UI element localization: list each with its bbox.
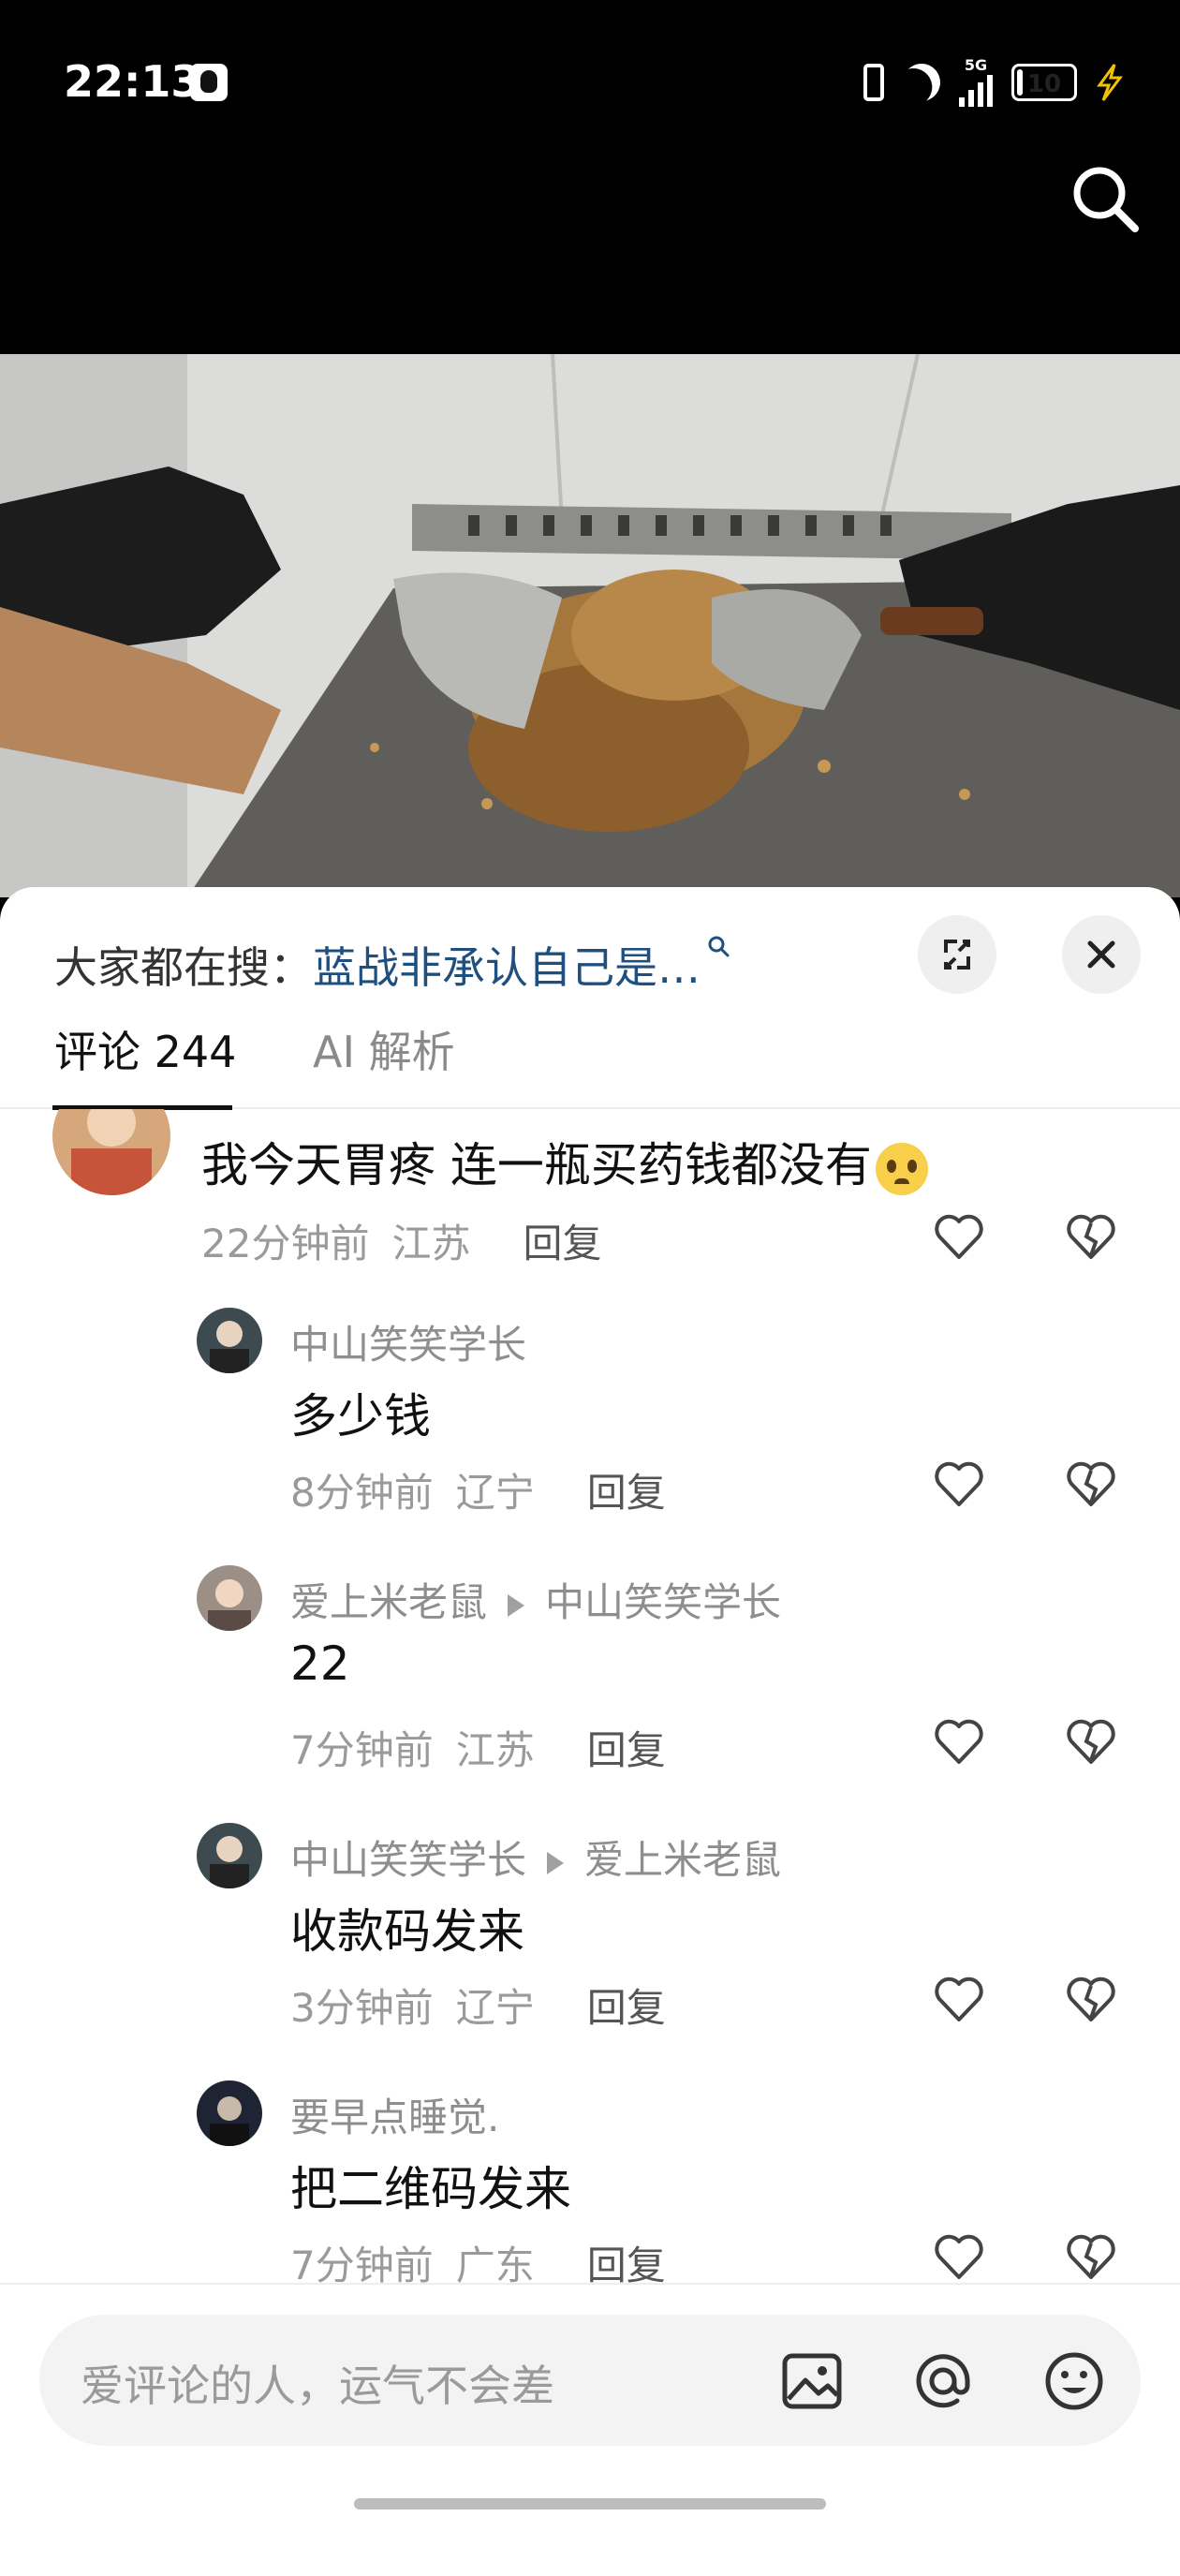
- qq-notification-icon: [190, 64, 228, 101]
- comment-meta: 7分钟前 江苏 回复: [290, 1719, 666, 1776]
- signal-icon: 5G: [959, 58, 993, 107]
- reply-to-name[interactable]: 中山笑笑学长: [545, 1579, 781, 1625]
- broken-heart-icon[interactable]: [1064, 1715, 1118, 1769]
- comment-time: 22分钟前: [201, 1221, 370, 1266]
- avatar[interactable]: [197, 1823, 262, 1888]
- comment-location: 江苏: [455, 1727, 535, 1773]
- comment-time: 7分钟前: [290, 2243, 434, 2283]
- comment-list[interactable]: 我今天胃疼 连一瓶买药钱都没有 22分钟前 江苏 回复 中山笑笑学长 多少钱 8分钟…: [0, 1109, 1180, 2283]
- comment-location: 辽宁: [455, 1470, 535, 1516]
- close-icon: [1087, 940, 1115, 969]
- avatar[interactable]: [52, 1109, 170, 1195]
- comment-text: 22: [290, 1636, 350, 1691]
- comment-panel: 大家都在搜：蓝战非承认自己是… 评论 244 AI 解析 我今天胃疼 连一瓶买药…: [0, 887, 1180, 2576]
- comment-meta: 7分钟前 广东 回复: [290, 2234, 666, 2283]
- broken-heart-icon[interactable]: [1064, 2230, 1118, 2283]
- trending-query[interactable]: 蓝战非承认自己是…: [313, 942, 701, 993]
- comment-location: 江苏: [391, 1221, 471, 1266]
- video-frame[interactable]: [0, 354, 1180, 897]
- comment-time: 3分钟前: [290, 1985, 434, 2031]
- expand-button[interactable]: [918, 915, 996, 994]
- commenter-name: 中山笑笑学长 爱上米老鼠: [290, 1828, 781, 1886]
- tab-comments[interactable]: 评论 244: [54, 1018, 236, 1080]
- system-icons: 5G 10: [863, 58, 1124, 107]
- comment-meta: 8分钟前 辽宁 回复: [290, 1461, 666, 1518]
- trending-search-icon: [708, 936, 730, 957]
- heart-icon[interactable]: [932, 1458, 986, 1512]
- comment-time: 8分钟前: [290, 1470, 434, 1516]
- video-image: [0, 354, 1180, 897]
- trending-prefix: 大家都在搜：: [54, 942, 313, 993]
- broken-heart-icon[interactable]: [1064, 1458, 1118, 1512]
- reply-button[interactable]: 回复: [587, 1470, 666, 1516]
- pleading-face-emoji: [875, 1142, 928, 1195]
- status-time: 22:13: [64, 56, 201, 107]
- image-icon[interactable]: [779, 2348, 845, 2414]
- do-not-disturb-icon: [896, 57, 948, 109]
- comment-tabs: 评论 244 AI 解析: [0, 990, 1180, 1110]
- tab-ai-analysis[interactable]: AI 解析: [313, 1018, 455, 1080]
- reply-button[interactable]: 回复: [523, 1221, 601, 1266]
- commenter-name-text[interactable]: 爱上米老鼠: [290, 1579, 487, 1625]
- comment-text: 我今天胃疼 连一瓶买药钱都没有: [201, 1128, 928, 1195]
- commenter-name: 爱上米老鼠 中山笑笑学长: [290, 1571, 781, 1628]
- comment-meta: 3分钟前 辽宁 回复: [290, 1976, 666, 2034]
- expand-icon: [944, 940, 970, 970]
- commenter-name-text[interactable]: 中山笑笑学长: [290, 1837, 526, 1883]
- comment-meta: 22分钟前 江苏 回复: [201, 1212, 601, 1269]
- reply-button[interactable]: 回复: [587, 1985, 666, 2031]
- avatar[interactable]: [197, 2080, 262, 2146]
- reply-arrow-icon: [547, 1851, 565, 1874]
- reply-arrow-icon: [508, 1593, 525, 1617]
- comment-input[interactable]: 爱评论的人，运气不会差: [39, 2315, 1141, 2446]
- emoji-icon[interactable]: [1041, 2348, 1107, 2414]
- battery-level: 10: [1026, 70, 1062, 98]
- trending-search[interactable]: 大家都在搜：蓝战非承认自己是…: [54, 934, 730, 996]
- comment-time: 7分钟前: [290, 1727, 434, 1773]
- reply-button[interactable]: 回复: [587, 1727, 666, 1773]
- reply-button[interactable]: 回复: [587, 2243, 666, 2283]
- battery-icon: 10: [1011, 64, 1077, 101]
- avatar[interactable]: [197, 1308, 262, 1373]
- home-indicator[interactable]: [354, 2498, 826, 2509]
- status-bar: 22:13 5G 10: [0, 0, 1180, 169]
- heart-icon[interactable]: [932, 1210, 986, 1265]
- commenter-name[interactable]: 中山笑笑学长: [290, 1313, 526, 1370]
- heart-icon[interactable]: [932, 1715, 986, 1769]
- comment-input-placeholder: 爱评论的人，运气不会差: [81, 2361, 554, 2411]
- broken-heart-icon[interactable]: [1064, 1973, 1118, 2027]
- avatar[interactable]: [197, 1565, 262, 1631]
- comment-location: 辽宁: [455, 1985, 535, 2031]
- comment-location: 广东: [455, 2243, 535, 2283]
- search-icon[interactable]: [1068, 161, 1143, 236]
- vibrate-icon: [863, 64, 884, 101]
- commenter-name[interactable]: 要早点睡觉.: [290, 2086, 499, 2143]
- reply-to-name[interactable]: 爱上米老鼠: [584, 1837, 781, 1883]
- network-type: 5G: [964, 56, 988, 74]
- mention-icon[interactable]: [910, 2348, 976, 2414]
- charging-icon: [1097, 64, 1123, 101]
- comment-text: 把二维码发来: [290, 2162, 571, 2216]
- comment-text: 多少钱: [290, 1389, 431, 1443]
- broken-heart-icon[interactable]: [1064, 1210, 1118, 1265]
- comment-input-bar: 爱评论的人，运气不会差: [0, 2283, 1180, 2576]
- close-button[interactable]: [1062, 915, 1141, 994]
- comment-text: 收款码发来: [290, 1904, 524, 1959]
- heart-icon[interactable]: [932, 2230, 986, 2283]
- heart-icon[interactable]: [932, 1973, 986, 2027]
